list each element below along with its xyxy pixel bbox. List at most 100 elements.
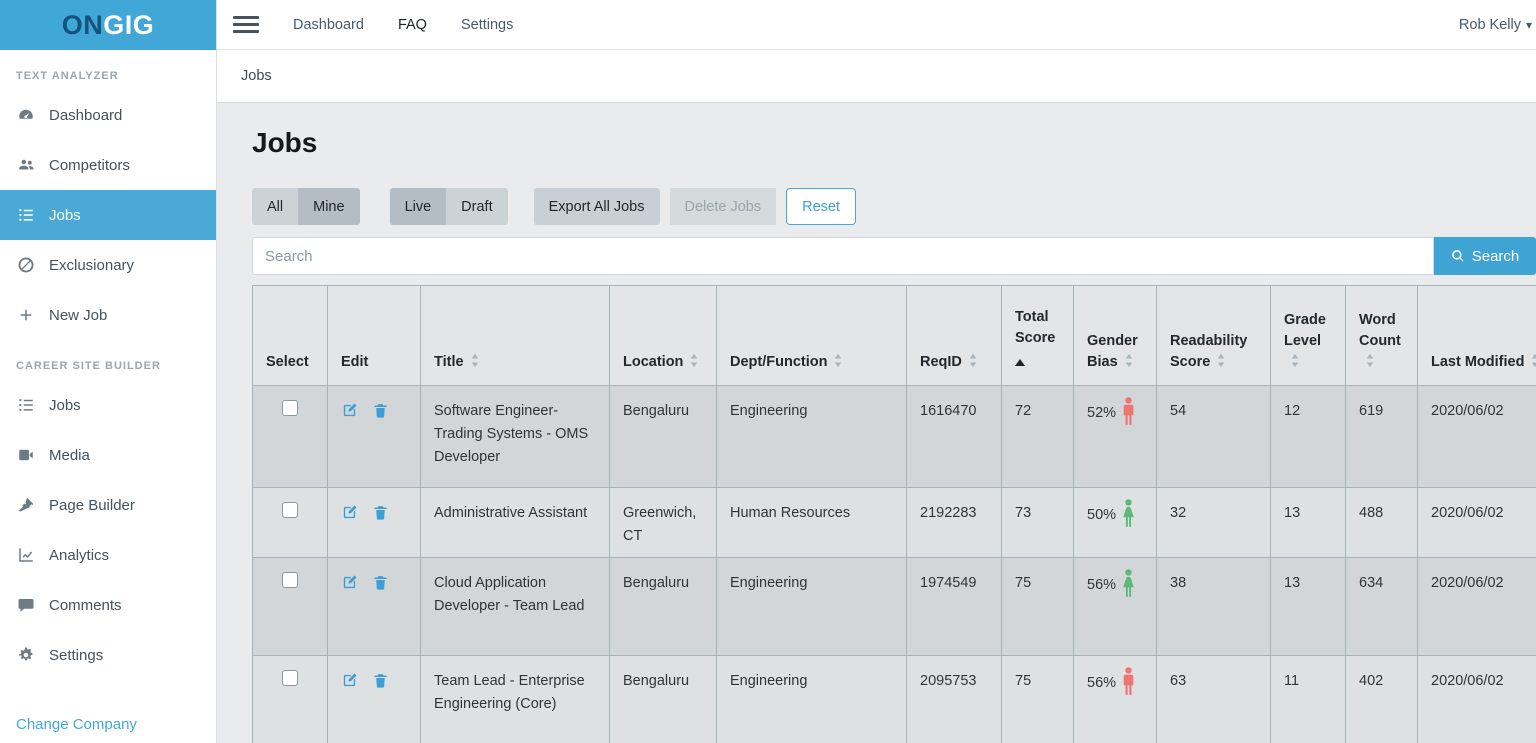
sidebar-item-page-builder[interactable]: Page Builder xyxy=(0,480,216,530)
ongig-logo[interactable]: ONGIG xyxy=(62,10,155,41)
sidebar-item-exclusionary[interactable]: Exclusionary xyxy=(0,240,216,290)
last-modified-cell: 2020/06/02 xyxy=(1418,558,1536,656)
topnav-faq[interactable]: FAQ xyxy=(398,17,427,33)
row-checkbox[interactable] xyxy=(282,502,298,518)
sidebar-item-competitors[interactable]: Competitors xyxy=(0,140,216,190)
select-cell xyxy=(253,656,328,743)
sidebar-item-label: Jobs xyxy=(49,397,81,414)
sidebar-item-label: Comments xyxy=(49,597,122,614)
column-header-total-score[interactable]: Total Score xyxy=(1002,286,1074,386)
mine-button[interactable]: Mine xyxy=(298,188,359,225)
reqid-cell: 2095753 xyxy=(907,656,1002,743)
live-button[interactable]: Live xyxy=(390,188,447,225)
jobs-table-body: Software Engineer- Trading Systems - OMS… xyxy=(253,386,1536,743)
jobs-table: SelectEditTitleLocationDept/FunctionReqI… xyxy=(252,285,1536,743)
list-icon xyxy=(16,395,36,415)
column-label: Total Score xyxy=(1015,309,1055,346)
sidebar-item-analytics[interactable]: Analytics xyxy=(0,530,216,580)
column-header-dept-function[interactable]: Dept/Function xyxy=(717,286,907,386)
gender-bias-cell: 56% xyxy=(1074,656,1157,743)
edit-icon[interactable] xyxy=(341,574,358,599)
export-all-jobs-button[interactable]: Export All Jobs xyxy=(534,188,660,225)
sidebar-item-comments[interactable]: Comments xyxy=(0,580,216,630)
hamburger-menu-icon[interactable] xyxy=(233,16,259,33)
sidebar-item-label: Settings xyxy=(49,647,103,664)
all-mine-toggle: All Mine xyxy=(252,188,360,225)
column-header-readability-score[interactable]: Readability Score xyxy=(1157,286,1271,386)
users-icon xyxy=(16,155,36,175)
breadcrumb[interactable]: Jobs xyxy=(241,68,272,84)
reset-button[interactable]: Reset xyxy=(786,188,856,225)
trash-icon[interactable] xyxy=(372,672,389,697)
edit-icon[interactable] xyxy=(341,672,358,697)
row-checkbox[interactable] xyxy=(282,670,298,686)
sort-icon xyxy=(1210,354,1225,370)
column-header-grade-level[interactable]: Grade Level xyxy=(1271,286,1346,386)
comment-icon xyxy=(16,595,36,615)
change-company-link[interactable]: Change Company xyxy=(16,716,137,733)
column-header-location[interactable]: Location xyxy=(610,286,717,386)
search-icon xyxy=(1451,249,1465,263)
sidebar-item-new-job[interactable]: New Job xyxy=(0,290,216,340)
topnav-settings[interactable]: Settings xyxy=(461,17,513,33)
sort-icon xyxy=(464,354,479,370)
content-area: Jobs All Mine Live Draft Export All Jobs… xyxy=(217,103,1536,743)
total-score-cell: 75 xyxy=(1002,558,1074,656)
sidebar-nav: TEXT ANALYZERDashboardCompetitorsJobsExc… xyxy=(0,50,216,680)
row-checkbox[interactable] xyxy=(282,400,298,416)
title-cell[interactable]: Cloud Application Developer - Team Lead xyxy=(421,558,610,656)
topnav-dashboard[interactable]: Dashboard xyxy=(293,17,364,33)
readability-cell: 32 xyxy=(1157,488,1271,558)
gender-bias-value: 56% xyxy=(1087,574,1116,597)
edit-cell xyxy=(328,558,421,656)
column-header-last-modified[interactable]: Last Modified xyxy=(1418,286,1536,386)
table-row: Cloud Application Developer - Team LeadB… xyxy=(253,558,1536,656)
sort-icon xyxy=(1284,354,1299,370)
grade-level-cell: 13 xyxy=(1271,488,1346,558)
column-label: Select xyxy=(266,354,309,370)
plus-icon xyxy=(16,305,36,325)
table-row: Team Lead - Enterprise Engineering (Core… xyxy=(253,656,1536,743)
sort-icon xyxy=(1359,354,1374,370)
trash-icon[interactable] xyxy=(372,504,389,529)
draft-button[interactable]: Draft xyxy=(446,188,507,225)
title-cell[interactable]: Team Lead - Enterprise Engineering (Core… xyxy=(421,656,610,743)
column-header-title[interactable]: Title xyxy=(421,286,610,386)
readability-cell: 38 xyxy=(1157,558,1271,656)
sidebar-item-dashboard[interactable]: Dashboard xyxy=(0,90,216,140)
sidebar-item-jobs[interactable]: Jobs xyxy=(0,380,216,430)
search-input[interactable] xyxy=(252,237,1434,275)
select-cell xyxy=(253,386,328,488)
grade-level-cell: 11 xyxy=(1271,656,1346,743)
all-button[interactable]: All xyxy=(252,188,298,225)
column-header-gender-bias[interactable]: Gender Bias xyxy=(1074,286,1157,386)
word-count-cell: 488 xyxy=(1346,488,1418,558)
column-header-word-count[interactable]: Word Count xyxy=(1346,286,1418,386)
column-label: Readability Score xyxy=(1170,333,1247,370)
edit-icon[interactable] xyxy=(341,402,358,427)
ban-icon xyxy=(16,255,36,275)
trash-icon[interactable] xyxy=(372,574,389,599)
column-header-select: Select xyxy=(253,286,328,386)
column-header-reqid[interactable]: ReqID xyxy=(907,286,1002,386)
trash-icon[interactable] xyxy=(372,402,389,427)
dept-cell: Engineering xyxy=(717,558,907,656)
sidebar-item-label: Analytics xyxy=(49,547,109,564)
search-button[interactable]: Search xyxy=(1434,237,1536,275)
live-draft-toggle: Live Draft xyxy=(390,188,508,225)
row-checkbox[interactable] xyxy=(282,572,298,588)
edit-icon[interactable] xyxy=(341,504,358,529)
delete-jobs-button[interactable]: Delete Jobs xyxy=(670,188,777,225)
sidebar-item-jobs[interactable]: Jobs xyxy=(0,190,216,240)
title-cell[interactable]: Software Engineer- Trading Systems - OMS… xyxy=(421,386,610,488)
user-name: Rob Kelly xyxy=(1459,17,1521,33)
user-menu[interactable]: Rob Kelly ▾ xyxy=(1459,17,1532,33)
last-modified-cell: 2020/06/02 xyxy=(1418,656,1536,743)
title-cell[interactable]: Administrative Assistant xyxy=(421,488,610,558)
hammer-icon xyxy=(16,495,36,515)
dept-cell: Human Resources xyxy=(717,488,907,558)
sidebar-item-media[interactable]: Media xyxy=(0,430,216,480)
sidebar-item-settings[interactable]: Settings xyxy=(0,630,216,680)
total-score-cell: 75 xyxy=(1002,656,1074,743)
sidebar-item-label: New Job xyxy=(49,307,107,324)
